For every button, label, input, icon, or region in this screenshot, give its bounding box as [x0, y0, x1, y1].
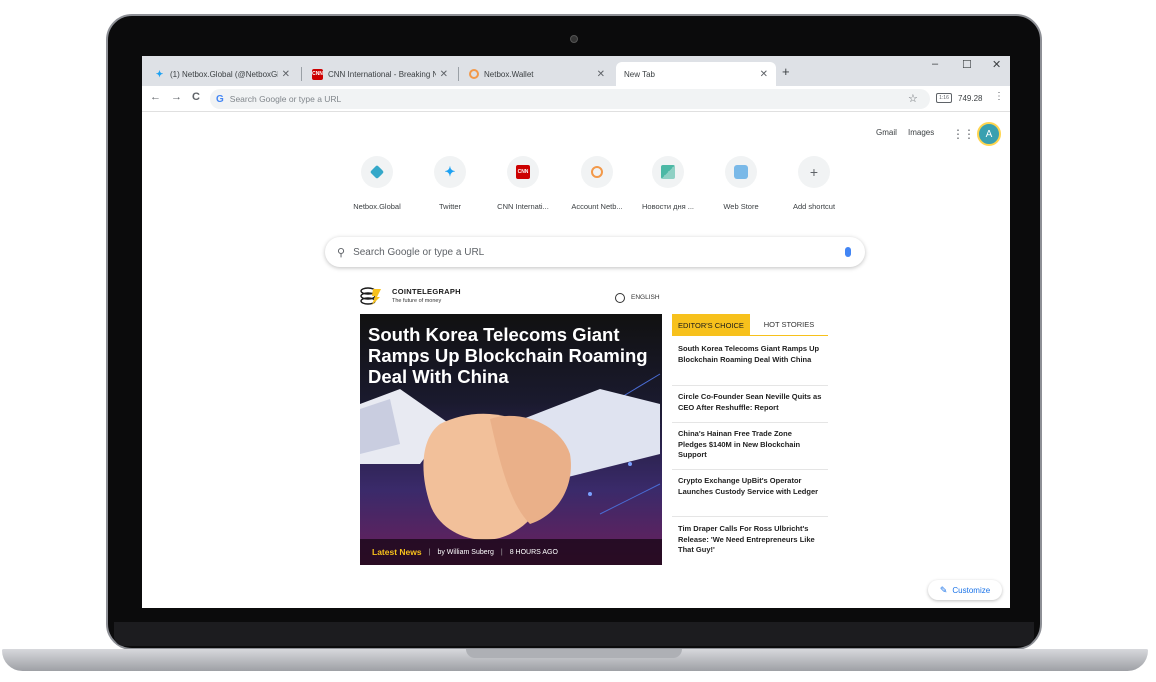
twitter-icon: ✦: [444, 164, 456, 179]
tab-strip: ✦ (1) Netbox.Global (@NetboxGlo ✕ CNN CN…: [142, 56, 1010, 86]
extension-icon[interactable]: 1:16: [936, 93, 952, 103]
story-link[interactable]: South Korea Telecoms Giant Ramps Up Bloc…: [672, 344, 828, 365]
extension-value[interactable]: 749.28: [958, 94, 982, 103]
search-icon: ⚲: [337, 246, 346, 259]
minimize-button[interactable]: –: [932, 58, 938, 70]
customize-button[interactable]: ✎ Customize: [928, 580, 1002, 600]
reload-button[interactable]: C: [192, 91, 200, 103]
cointelegraph-brand[interactable]: COINTELEGRAPH: [392, 287, 461, 296]
close-icon[interactable]: ✕: [760, 69, 768, 80]
close-icon[interactable]: ✕: [282, 69, 290, 80]
divider: [672, 469, 828, 470]
hero-author: by William Suberg: [437, 548, 494, 556]
news-icon: [661, 165, 675, 179]
tab-title: New Tab: [624, 69, 655, 79]
forward-button[interactable]: →: [171, 91, 182, 103]
hero-title[interactable]: South Korea Telecoms Giant Ramps Up Bloc…: [368, 324, 658, 387]
tab-separator: [301, 67, 302, 81]
menu-icon[interactable]: ⋮: [994, 91, 1004, 102]
hero-meta-bar: Latest News | by William Suberg | 8 HOUR…: [360, 539, 662, 565]
address-bar[interactable]: G Search Google or type a URL: [210, 89, 930, 109]
shortcut-label: Netbox.Global: [353, 202, 401, 211]
tab-title: CNN International - Breaking Ne: [328, 69, 436, 79]
close-window-button[interactable]: ✕: [992, 58, 1001, 71]
cointelegraph-tagline: The future of money: [392, 298, 442, 304]
cnn-icon: CNN: [312, 68, 323, 80]
search-placeholder: Search Google or type a URL: [353, 246, 485, 258]
back-button[interactable]: ←: [150, 91, 161, 103]
hero-category[interactable]: Latest News: [372, 547, 422, 557]
twitter-icon: ✦: [155, 68, 164, 79]
shortcut-account-netbox[interactable]: Account Netb...: [557, 156, 637, 211]
tab-twitter[interactable]: ✦ (1) Netbox.Global (@NetboxGlo ✕: [146, 62, 298, 86]
shortcut-news[interactable]: Новости дня ...: [628, 156, 708, 211]
cointelegraph-logo-icon: [360, 287, 381, 305]
shortcut-web-store[interactable]: Web Store: [701, 156, 781, 211]
divider: [672, 385, 828, 386]
language-selector[interactable]: ENGLISH: [631, 294, 660, 301]
shortcut-label: Web Store: [723, 202, 759, 211]
pencil-icon: ✎: [939, 584, 948, 595]
tab-cnn[interactable]: CNN CNN International - Breaking Ne ✕: [304, 62, 456, 86]
story-tabs: EDITOR'S CHOICE HOT STORIES: [672, 314, 828, 336]
tab-separator: [458, 67, 459, 81]
images-link[interactable]: Images: [908, 128, 934, 137]
gmail-link[interactable]: Gmail: [876, 128, 897, 137]
netbox-icon: [369, 164, 385, 180]
bookmark-star-icon[interactable]: ☆: [908, 92, 918, 105]
shortcut-label: CNN Internati...: [497, 202, 549, 211]
new-tab-button[interactable]: +: [782, 64, 790, 79]
divider: [672, 516, 828, 517]
story-link[interactable]: Tim Draper Calls For Ross Ulbricht's Rel…: [672, 524, 828, 556]
cnn-icon: CNN: [516, 165, 530, 179]
address-placeholder: Search Google or type a URL: [229, 94, 342, 104]
browser-window: ✦ (1) Netbox.Global (@NetboxGlo ✕ CNN CN…: [142, 56, 1010, 608]
netbox-account-icon: [591, 166, 603, 178]
story-link[interactable]: Crypto Exchange UpBit's Operator Launche…: [672, 476, 828, 497]
web-store-icon: [734, 165, 748, 179]
globe-icon[interactable]: [615, 293, 625, 303]
shortcut-label: Новости дня ...: [641, 202, 695, 211]
plus-icon: +: [809, 164, 819, 180]
close-icon[interactable]: ✕: [597, 69, 605, 80]
tab-title: Netbox.Wallet: [484, 69, 534, 79]
search-input[interactable]: ⚲ Search Google or type a URL: [325, 237, 865, 267]
customize-label: Customize: [952, 585, 991, 595]
maximize-button[interactable]: ☐: [962, 58, 972, 71]
avatar[interactable]: A: [977, 122, 1001, 146]
shortcut-label: Twitter: [438, 202, 462, 211]
shortcut-twitter[interactable]: ✦ Twitter: [410, 156, 490, 211]
tab-editors-choice[interactable]: EDITOR'S CHOICE: [672, 314, 750, 336]
google-icon: G: [216, 93, 224, 105]
toolbar: ← → C G Search Google or type a URL ☆ 1:…: [142, 86, 1010, 112]
story-link[interactable]: Circle Co-Founder Sean Neville Quits as …: [672, 392, 828, 413]
netbox-icon: [469, 69, 479, 79]
tab-title: (1) Netbox.Global (@NetboxGlo: [170, 69, 278, 79]
webcam: [570, 35, 578, 43]
tab-new-tab[interactable]: New Tab ✕: [616, 62, 776, 86]
hero-article[interactable]: South Korea Telecoms Giant Ramps Up Bloc…: [360, 314, 662, 565]
shortcut-netbox-global[interactable]: Netbox.Global: [337, 156, 417, 211]
tab-netbox-wallet[interactable]: Netbox.Wallet ✕: [461, 62, 613, 86]
hero-time: 8 HOURS AGO: [509, 548, 558, 556]
shortcut-cnn[interactable]: CNN CNN Internati...: [483, 156, 563, 211]
laptop-bezel: [114, 622, 1034, 646]
tab-hot-stories[interactable]: HOT STORIES: [750, 314, 828, 336]
shortcut-label: Account Netb...: [571, 202, 623, 211]
story-link[interactable]: China's Hainan Free Trade Zone Pledges $…: [672, 429, 828, 461]
close-icon[interactable]: ✕: [440, 69, 448, 80]
laptop-notch: [466, 649, 682, 658]
divider: [672, 422, 828, 423]
shortcut-label: Add shortcut: [792, 202, 836, 211]
shortcut-add[interactable]: + Add shortcut: [774, 156, 854, 211]
microphone-icon[interactable]: [845, 247, 851, 257]
